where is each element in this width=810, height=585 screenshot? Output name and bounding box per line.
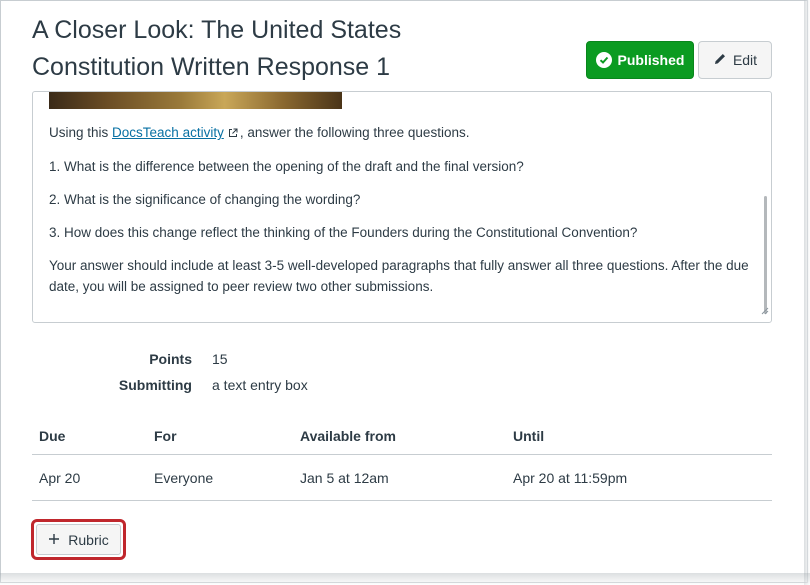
points-label: Points: [149, 351, 192, 367]
published-button[interactable]: Published: [586, 41, 694, 79]
points-value: 15: [212, 351, 228, 367]
question-2: 2. What is the significance of changing …: [49, 192, 361, 207]
for-cell: Everyone: [147, 454, 293, 501]
submitting-row: Submitting a text entry box: [32, 372, 432, 398]
published-button-label: Published: [617, 52, 685, 68]
due-dates-table: Due For Available from Until Apr 20 Ever…: [32, 418, 772, 501]
intro-suffix: , answer the following three questions.: [239, 125, 470, 140]
question-3: 3. How does this change reflect the thin…: [49, 225, 638, 240]
table-header-row: Due For Available from Until: [32, 418, 772, 455]
window-shadow-right: [804, 0, 810, 585]
check-circle-icon: [595, 52, 612, 68]
column-header-for: For: [147, 418, 293, 455]
rubric-button-label: Rubric: [68, 531, 109, 548]
intro-prefix: Using this: [49, 125, 113, 140]
pencil-icon: [713, 52, 727, 69]
description-content: Using this DocsTeach activity , answer th…: [49, 122, 749, 309]
submitting-label: Submitting: [118, 377, 192, 393]
resize-grip-icon[interactable]: [760, 302, 769, 320]
due-cell: Apr 20: [32, 454, 147, 501]
column-header-due: Due: [32, 418, 147, 455]
edit-button-label: Edit: [732, 52, 758, 68]
until-cell: Apr 20 at 11:59pm: [506, 454, 772, 501]
submitting-value: a text entry box: [212, 377, 308, 393]
docsteach-link[interactable]: DocsTeach activity: [112, 125, 224, 140]
available-from-cell: Jan 5 at 12am: [293, 454, 506, 501]
plus-icon: [48, 532, 60, 548]
table-row: Apr 20 Everyone Jan 5 at 12am Apr 20 at …: [32, 454, 772, 501]
window-shadow-bottom: [0, 573, 810, 585]
description-intro: Using this DocsTeach activity , answer th…: [49, 122, 749, 144]
question-1: 1. What is the difference between the op…: [49, 159, 524, 174]
external-link-icon: [228, 123, 238, 144]
description-box[interactable]: Using this DocsTeach activity , answer th…: [32, 91, 772, 323]
column-header-until: Until: [506, 418, 772, 455]
column-header-available-from: Available from: [293, 418, 506, 455]
description-scrollbar[interactable]: [764, 196, 767, 314]
page-title-line2: Constitution Written Response 1: [32, 53, 391, 81]
description-image: [49, 92, 342, 109]
assignment-details: Points 15 Submitting a text entry box: [32, 346, 432, 398]
instructions: Your answer should include at least 3-5 …: [49, 258, 749, 294]
points-row: Points 15: [32, 346, 432, 372]
add-rubric-button[interactable]: Rubric: [36, 524, 121, 555]
page-title-line1: A Closer Look: The United States: [32, 16, 402, 44]
page-title: A Closer Look: The United States Constit…: [32, 12, 552, 86]
edit-button[interactable]: Edit: [698, 41, 772, 79]
